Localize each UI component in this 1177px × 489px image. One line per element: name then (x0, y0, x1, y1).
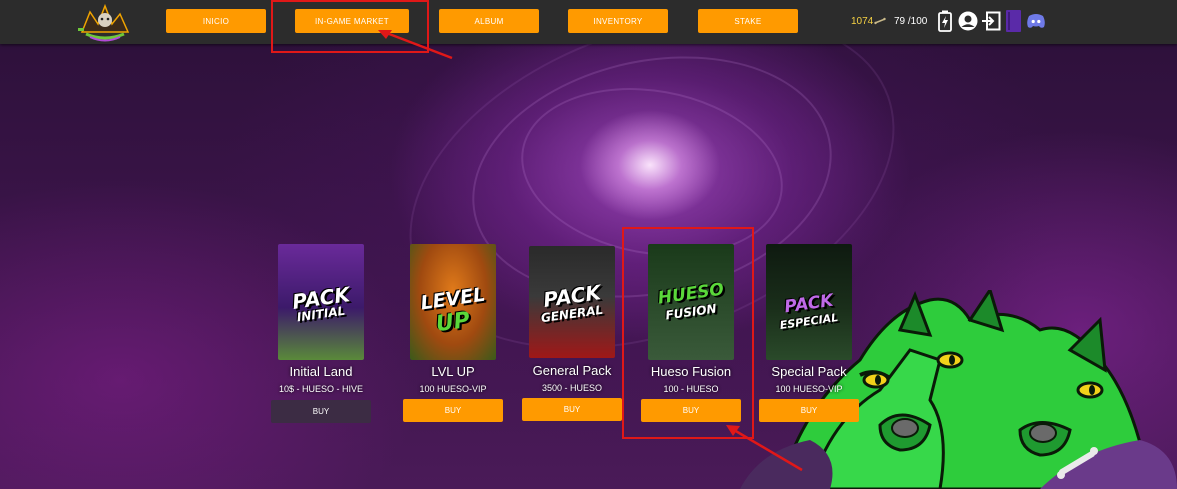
energy-value: 79 /100 (894, 15, 928, 27)
pack-image-initial[interactable]: PACK INITIAL (278, 244, 364, 360)
annotation-arrow-market (378, 30, 453, 60)
nav-inicio-button[interactable]: INICIO (166, 9, 266, 33)
buy-button[interactable]: BUY (403, 399, 503, 422)
currency-value: 1074 (851, 15, 874, 27)
top-navbar: INICIO IN-GAME MARKET ALBUM INVENTORY ST… (0, 0, 1177, 44)
pack-image-general[interactable]: PACK GENERAL (529, 246, 615, 358)
user-icon[interactable] (958, 11, 978, 31)
logout-icon[interactable] (982, 11, 1001, 31)
energy-display: 79 /100 (894, 11, 927, 31)
nav-stake-button[interactable]: STAKE (698, 9, 798, 33)
nav-inventory-button[interactable]: INVENTORY (568, 9, 668, 33)
annotation-box-hueso-fusion (622, 227, 754, 439)
buy-button[interactable]: BUY (522, 398, 622, 421)
logo[interactable] (72, 2, 138, 42)
pack-name: LVL UP (431, 364, 475, 379)
pack-price: 3500 - HUESO (541, 383, 603, 393)
buy-button[interactable]: BUY (759, 399, 859, 422)
energy-icon[interactable] (937, 10, 953, 32)
pack-name: Special Pack (771, 364, 847, 379)
bone-icon (874, 17, 886, 25)
pack-price: 10$ - HUESO - HIVE (278, 384, 364, 394)
buy-button[interactable]: BUY (271, 400, 371, 423)
pack-image-special[interactable]: PACK ESPECIAL (766, 244, 852, 360)
currency-display: 1074 (851, 11, 886, 31)
pack-name: General Pack (532, 363, 612, 378)
discord-icon[interactable] (1026, 13, 1046, 29)
pack-name: Initial Land (289, 364, 353, 379)
annotation-arrow-hueso-fusion (726, 425, 803, 472)
pack-price: 100 HUESO-VIP (419, 384, 487, 394)
book-icon[interactable] (1006, 10, 1021, 32)
pack-price: 100 HUESO-VIP (775, 384, 843, 394)
pack-image-level-up[interactable]: LEVEL UP (410, 244, 496, 360)
